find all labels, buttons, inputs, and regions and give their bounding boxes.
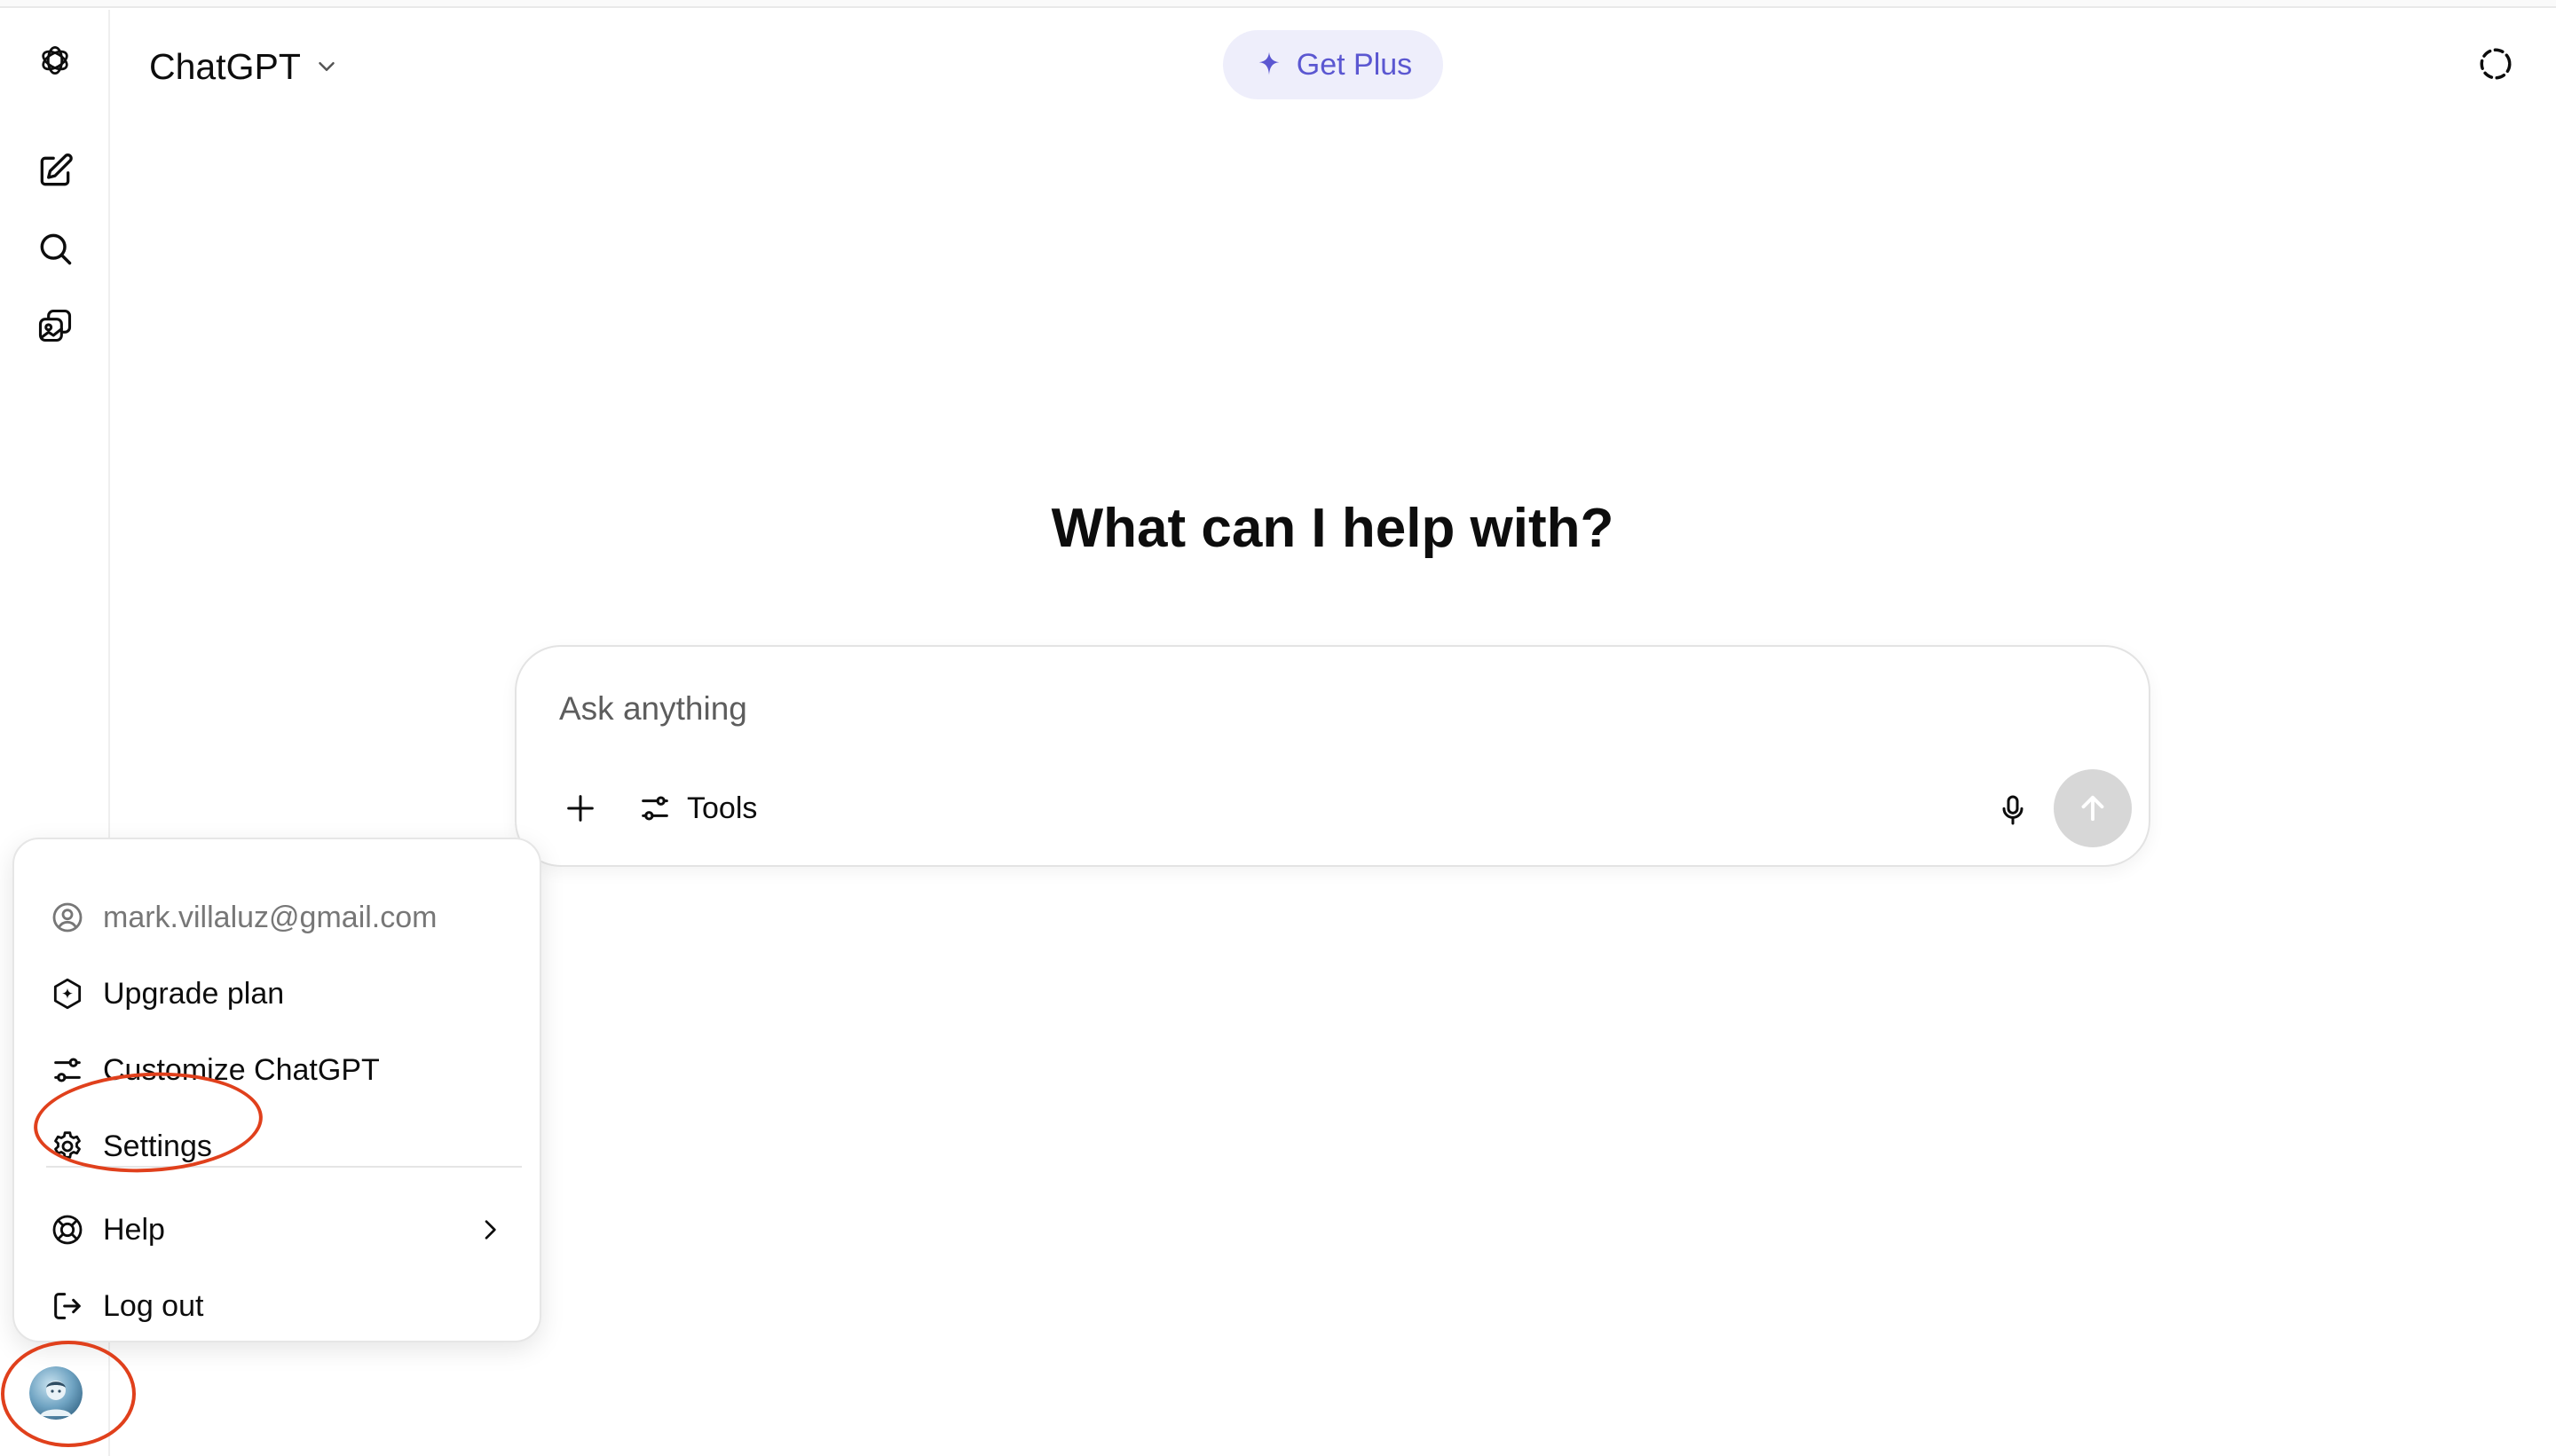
search-button[interactable] [27,220,83,277]
menu-item-label: Settings [103,1129,212,1163]
upgrade-icon [53,978,82,1010]
chevron-down-icon [319,62,335,71]
arrow-up-icon [2081,795,2104,822]
plus-icon [567,795,594,822]
add-attachment-button[interactable] [552,780,609,837]
chatgpt-app: ChatGPT Get Plus What can I help with? A… [0,0,2556,1456]
sparkle-icon [1258,51,1280,75]
avatar-image [29,1366,83,1420]
lifebuoy-icon [52,1215,83,1245]
menu-item-log-out[interactable]: Log out [34,1272,524,1340]
top-rule [0,0,2556,8]
sliders-icon [54,1058,81,1082]
search-icon [40,233,72,265]
image-library-icon [38,309,72,342]
menu-item-label: Help [103,1212,165,1247]
menu-item-customize-chatgpt[interactable]: Customize ChatGPT [34,1036,524,1104]
profile-avatar-button[interactable] [29,1366,83,1420]
microphone-icon [2002,795,2024,825]
menu-divider [46,1166,522,1168]
menu-item-settings[interactable]: Settings [34,1113,524,1180]
account-email: mark.villaluz@gmail.com [103,900,438,934]
model-selector-label: ChatGPT [149,45,301,87]
dictate-button[interactable] [1984,782,2041,838]
tools-label: Tools [687,791,758,825]
menu-item-label: Customize ChatGPT [103,1052,380,1087]
send-button[interactable] [2054,769,2132,847]
sliders-icon [642,796,668,821]
prompt-input[interactable] [559,682,1890,736]
menu-item-upgrade-plan[interactable]: Upgrade plan [34,960,524,1027]
profile-menu: mark.villaluz@gmail.com Upgrade plan Cus… [12,838,541,1342]
chevron-right-icon [485,1220,496,1240]
dashed-circle-icon [2480,48,2512,80]
get-plus-label: Get Plus [1296,47,1413,82]
openai-logo-button[interactable] [27,32,83,89]
menu-item-help[interactable]: Help [34,1196,524,1263]
get-plus-button[interactable]: Get Plus [1223,30,1443,99]
logout-icon [54,1293,81,1319]
openai-logo-icon [42,45,68,75]
library-button[interactable] [27,297,83,354]
temporary-chat-button[interactable] [2471,39,2520,89]
model-selector[interactable]: ChatGPT [137,35,352,98]
gear-icon [54,1131,81,1159]
menu-item-account-email: mark.villaluz@gmail.com [34,884,524,951]
user-circle-icon [52,902,83,933]
menu-item-label: Upgrade plan [103,976,285,1011]
tools-button[interactable]: Tools [630,780,764,837]
composer: Tools [515,645,2150,867]
new-chat-icon [40,153,73,186]
new-chat-button[interactable] [27,143,83,200]
menu-item-label: Log out [103,1288,204,1323]
hero-title: What can I help with? [1051,498,1614,559]
